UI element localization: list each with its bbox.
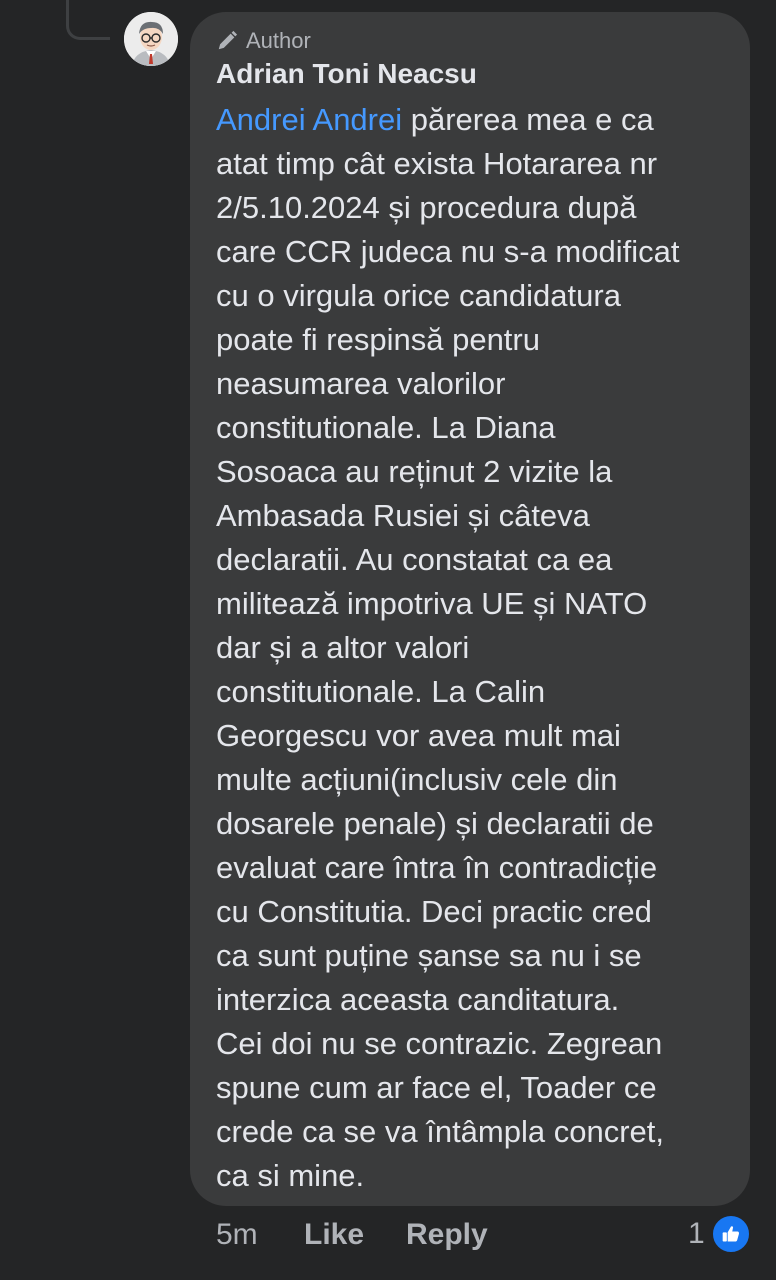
reply-button[interactable]: Reply — [406, 1218, 488, 1252]
comment-line: constitutionale. La Diana — [216, 410, 556, 445]
comment-line: constitutionale. La Calin — [216, 674, 546, 709]
comment-line: cu o virgula orice candidatura — [216, 278, 621, 313]
comment-line: dar și a altor valori — [216, 630, 470, 665]
thread-connector-line — [66, 0, 110, 40]
comment-line: poate fi respinsă pentru — [216, 322, 540, 357]
comment-line: crede ca se va întâmpla concret, — [216, 1114, 665, 1149]
comment-line: 2/5.10.2024 și procedura după — [216, 190, 637, 225]
author-badge-label: Author — [246, 28, 311, 53]
comment-line: multe acțiuni(inclusiv cele din — [216, 762, 618, 797]
comment-line: ca sunt puține șanse sa nu i se — [216, 938, 642, 973]
comment-line: atat timp cât exista Hotararea nr — [216, 146, 658, 181]
comment-line: evaluat care întra în contradicție — [216, 850, 658, 885]
comment-line: Andrei Andrei părerea mea e ca — [216, 98, 736, 142]
comment-line: spune cum ar face el, Toader ce — [216, 1070, 657, 1105]
comment-line: Ambasada Rusiei și câteva — [216, 498, 590, 533]
comment-author-name[interactable]: Adrian Toni Neacsu — [216, 58, 477, 90]
comment-line: dosarele penale) și declaratii de — [216, 806, 654, 841]
mention-link[interactable]: Andrei Andrei — [216, 102, 402, 137]
comment-line: cu Constitutia. Deci practic cred — [216, 894, 652, 929]
author-badge: Author — [216, 28, 311, 54]
reaction-count: 1 — [688, 1217, 705, 1250]
thumbs-up-glyph — [722, 1226, 739, 1242]
thumbs-up-icon — [710, 1214, 751, 1254]
like-button[interactable]: Like — [304, 1218, 406, 1252]
pencil-icon — [218, 30, 238, 50]
comment-line: Georgescu vor avea mult mai — [216, 718, 621, 753]
comment-text-segment: părerea mea e ca — [402, 102, 654, 137]
avatar-illustration — [124, 12, 178, 66]
comment-line: ca si mine. — [216, 1158, 365, 1193]
reaction-summary[interactable]: 1 — [688, 1214, 751, 1254]
comment-text: Andrei Andrei părerea mea e ca atat timp… — [216, 98, 736, 1198]
comment-line: Cei doi nu se contrazic. Zegrean — [216, 1026, 663, 1061]
comment-line: interzica aceasta canditatura. — [216, 982, 620, 1017]
comment-line: declaratii. Au constatat ca ea — [216, 542, 613, 577]
comment-line: militează impotriva UE și NATO — [216, 586, 648, 621]
comment-line: Sosoaca au reținut 2 vizite la — [216, 454, 613, 489]
comment-actions: 5m Like Reply — [216, 1218, 488, 1252]
comment-timestamp[interactable]: 5m — [216, 1218, 304, 1252]
author-avatar[interactable] — [124, 12, 178, 66]
comment-line: care CCR judeca nu s-a modificat — [216, 234, 680, 269]
comment-line: neasumarea valorilor — [216, 366, 506, 401]
